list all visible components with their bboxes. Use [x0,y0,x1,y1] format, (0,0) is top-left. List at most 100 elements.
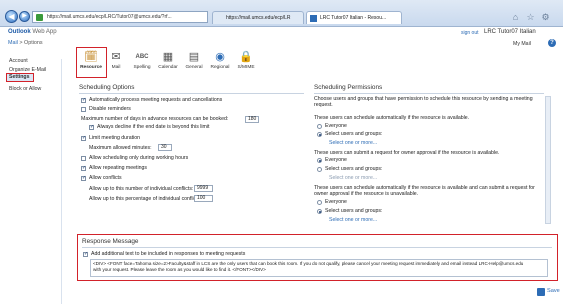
auto-select-one-link[interactable]: Select one or more... [329,140,377,146]
breadcrumb-mail[interactable]: Mail [8,40,18,46]
conflicts-checkbox[interactable] [81,175,86,181]
mail-icon: ✉ [111,51,121,63]
toolbar-calendar-label: Calendar [158,65,178,70]
auto-select-radio[interactable] [317,132,322,137]
left-nav [0,59,62,304]
request-select-label: Select users and groups: [325,166,383,172]
tab-first[interactable]: https://mail.umcs.edu/ecp/LR [212,11,304,24]
scheduling-options-title: Scheduling Options [79,84,135,91]
max-days-input[interactable]: 180 [245,116,259,123]
resource-icon: 🗓 [84,51,98,63]
toolbar-spelling-label: Spelling [133,65,151,70]
auto-everyone-radio[interactable] [317,124,322,129]
tab-first-label: https://mail.umcs.edu/ecp/LR [226,15,291,21]
user-name: LRC Tutor07 Italian [484,29,536,35]
sidebar-item-account[interactable]: Account [9,58,28,64]
toolbar-smime-label: S/MIME [237,65,255,70]
sidebar-item-block-allow[interactable]: Block or Allow [9,86,41,92]
help-icon[interactable]: ? [548,39,556,47]
permissions-intro: Choose users and groups that have permis… [314,96,533,109]
tab-active-label: LRC Tutor07 Italian - Resou... [320,15,387,21]
request-heading: These users can submit a request for own… [314,150,500,156]
conflicts-pct-input[interactable]: 100 [194,195,213,202]
conflicts-num-input[interactable]: 9999 [194,185,213,192]
request-select-one-link[interactable]: Select one or more... [329,175,377,181]
auto-everyone-label: Everyone [325,123,347,129]
max-days-label: Maximum number of days in advance resour… [81,116,229,122]
both-select-label: Select users and groups: [325,208,383,214]
response-message-title: Response Message [82,238,139,245]
toolbar-mail[interactable]: ✉ Mail [103,51,129,77]
both-everyone-radio[interactable] [317,200,322,205]
my-mail-link[interactable]: My Mail [513,41,531,47]
working-hours-label: Allow scheduling only during working hou… [89,155,189,161]
working-hours-checkbox[interactable] [81,156,86,161]
signout-link[interactable]: sign out [461,30,479,36]
both-select-radio[interactable] [317,209,322,214]
toolbar-spelling[interactable]: ABC Spelling [129,51,155,77]
toolbar-smime[interactable]: 🔒 S/MIME [233,51,259,77]
response-message-textarea[interactable]: <DIV> <FONT face=Tahoma size=2>Faculty&s… [90,259,548,277]
response-body-line2: with your request. Please leave the room… [93,267,266,272]
sidebar-item-settings[interactable]: Settings [6,73,34,82]
smime-icon: 🔒 [239,51,253,63]
gear-icon[interactable]: ⚙ [541,13,550,22]
toolbar-regional-label: Regional [210,65,230,70]
auto-heading: These users can schedule automatically i… [314,115,470,121]
repeating-checkbox[interactable] [81,165,86,171]
request-select-radio[interactable] [317,167,322,172]
forward-button[interactable]: ▶ [19,11,30,22]
home-icon[interactable]: ⌂ [511,13,520,22]
breadcrumb-separator: > [19,40,23,46]
auto-process-checkbox[interactable] [81,97,86,103]
permissions-scrollbar[interactable] [545,96,551,224]
back-button[interactable]: ◀ [5,10,18,23]
request-everyone-label: Everyone [325,157,347,163]
save-button[interactable]: Save [547,288,560,294]
spelling-icon: ABC [135,54,149,60]
breadcrumb: Mail > Options [8,40,43,46]
both-everyone-label: Everyone [325,199,347,205]
toolbar-mail-label: Mail [111,65,121,70]
decline-end-checkbox[interactable] [89,124,94,130]
decline-end-label: Always decline if the end date is beyond… [97,124,210,130]
scheduling-options-divider [79,93,304,94]
conflicts-num-label: Allow up to this number of individual co… [89,186,194,192]
auto-select-label: Select users and groups: [325,131,383,137]
auto-process-label: Automatically process meeting requests a… [89,97,223,103]
toolbar-regional[interactable]: ◉ Regional [207,51,233,77]
repeating-label: Allow repeating meetings [89,165,147,171]
add-text-checkbox[interactable] [83,251,88,257]
save-icon[interactable] [537,288,545,296]
max-minutes-input[interactable]: 30 [158,144,172,151]
both-select-one-link[interactable]: Select one or more... [329,217,377,223]
address-text: https://mail.umcs.edu/ecp/LRC/Tutor07@um… [47,14,172,20]
toolbar-resource-label: Resource [80,65,102,70]
general-icon: ▤ [188,51,200,63]
toolbar-resource[interactable]: 🗓 Resource [78,51,104,77]
max-minutes-label: Maximum allowed minutes: [89,145,152,151]
scheduling-permissions-title: Scheduling Permissions [314,84,383,91]
toolbar-general-label: General [185,65,203,70]
logo-prefix: Outlook [8,29,31,35]
toolbar-general[interactable]: ▤ General [181,51,207,77]
owa-logo: Outlook Web App [8,29,57,35]
logo-suffix: Web App [32,29,57,35]
calendar-icon: ▦ [162,51,174,63]
conflicts-label: Allow conflicts [89,175,122,181]
request-everyone-radio[interactable] [317,158,322,163]
disable-reminders-label: Disable reminders [89,106,131,112]
regional-icon: ◉ [215,51,225,63]
favorites-icon[interactable]: ☆ [526,13,535,22]
address-bar[interactable]: https://mail.umcs.edu/ecp/LRC/Tutor07@um… [32,11,208,23]
tab-active[interactable]: LRC Tutor07 Italian - Resou... [306,11,402,24]
disable-reminders-checkbox[interactable] [81,107,86,112]
response-message-divider [82,247,552,248]
conflicts-pct-label: Allow up to this percentage of individua… [89,196,202,202]
limit-duration-label: Limit meeting duration [89,135,141,141]
owa-favicon-icon [310,15,317,22]
toolbar-calendar[interactable]: ▦ Calendar [155,51,181,77]
both-heading: These users can schedule automatically i… [314,185,535,198]
breadcrumb-current: Options [24,40,43,46]
limit-duration-checkbox[interactable] [81,135,86,141]
